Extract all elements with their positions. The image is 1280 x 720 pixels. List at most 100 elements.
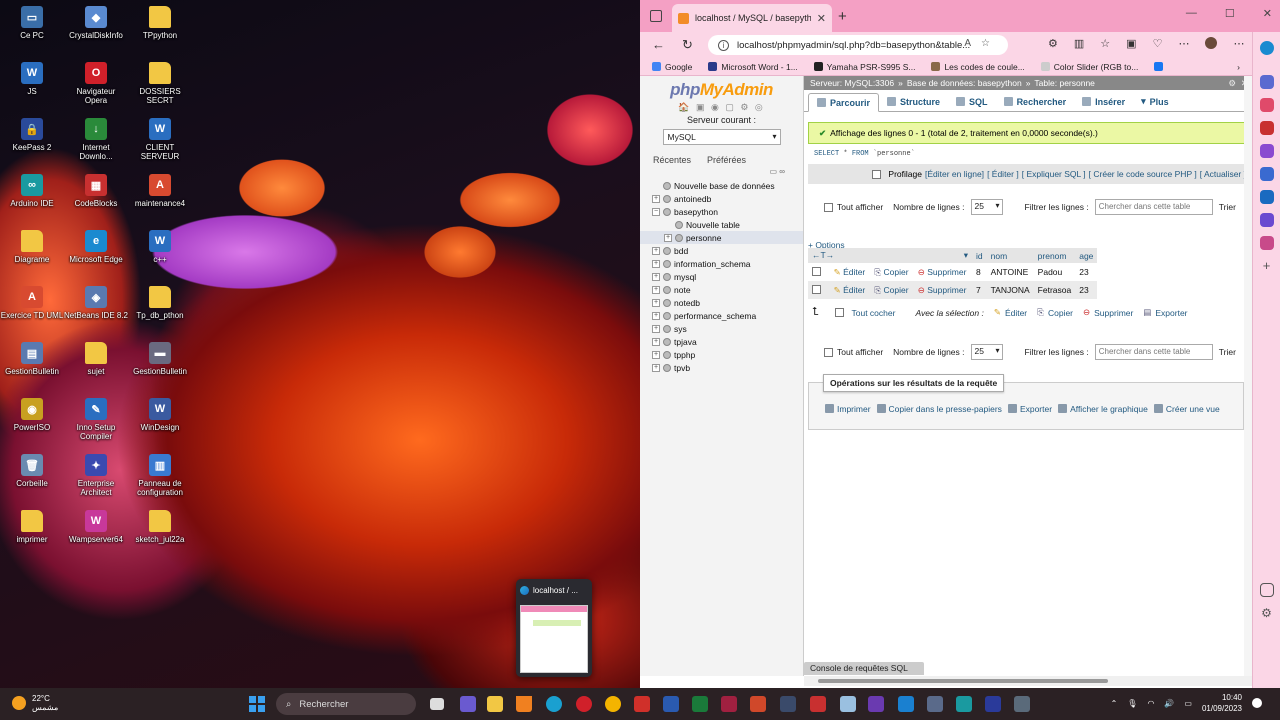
crumb-database[interactable]: Base de données: basepython (907, 78, 1022, 88)
desktop-icon[interactable]: ▤ GestionBulletin (0, 342, 66, 376)
edge-taskbar-icon[interactable] (546, 696, 562, 712)
address-bar[interactable]: i localhost/phpmyadmin/sql.php?db=basepy… (708, 35, 1008, 55)
desktop-icon[interactable]: sujet (62, 342, 130, 376)
selection-edit-button[interactable]: Éditer (1005, 308, 1027, 318)
phpmyadmin-logo[interactable]: phpMyAdmin (640, 80, 803, 100)
tab-insert[interactable]: Insérer (1074, 92, 1133, 111)
expand-icon[interactable]: + (652, 259, 660, 268)
row-delete-button[interactable]: ⊖ Supprimer (914, 263, 972, 281)
desktop-icon[interactable]: ✦ Enterprise Architect (62, 454, 130, 497)
gear-icon[interactable]: ⚙ (1260, 606, 1274, 620)
expand-icon[interactable]: − (652, 207, 660, 216)
desktop-icon[interactable]: ◆ CrystalDiskInfo (62, 6, 130, 40)
app-2-icon[interactable] (1014, 696, 1030, 712)
expand-icon[interactable]: + (652, 324, 660, 333)
tree-item[interactable]: + notedb (640, 296, 803, 309)
expand-icon[interactable]: + (652, 285, 660, 294)
search-icon[interactable] (1259, 75, 1274, 89)
copy-clipboard-button[interactable]: Copier dans le presse-papiers (876, 404, 1002, 414)
show-chart-button[interactable]: Afficher le graphique (1058, 404, 1148, 414)
desktop-icon[interactable]: Diagrame (0, 230, 66, 264)
clock[interactable]: 10:40 01/09/2023 (1202, 692, 1242, 714)
desktop-icon[interactable]: A Exercice TD UML (0, 286, 66, 320)
maximize-button[interactable]: ☐ (1225, 7, 1235, 20)
word-icon[interactable] (663, 696, 679, 712)
codeblocks-taskbar-icon[interactable] (810, 696, 826, 712)
battery-icon[interactable]: ▭ (1184, 699, 1192, 708)
opera-icon[interactable] (576, 696, 592, 712)
desktop-icon[interactable]: sketch_jul22a (126, 510, 194, 544)
cell-id[interactable]: 8 (972, 263, 987, 281)
cell-nom[interactable]: ANTOINE (987, 263, 1034, 281)
tab-actions-icon[interactable] (650, 10, 662, 22)
close-tab-icon[interactable]: ✕ (817, 12, 826, 25)
acrobat-icon[interactable] (634, 696, 650, 712)
expand-icon[interactable]: + (652, 337, 660, 346)
new-tab-button[interactable]: + (838, 8, 847, 25)
show-all-checkbox[interactable] (824, 347, 833, 357)
weather-widget[interactable]: 22°C مشمس (12, 694, 58, 712)
desktop-icon[interactable]: ▭ Ce PC (0, 6, 66, 40)
tree-item[interactable]: + information_schema (640, 257, 803, 270)
close-window-button[interactable]: ✕ (1263, 7, 1272, 20)
page-settings-icon[interactable]: ⚙ (1228, 78, 1236, 89)
column-prenom[interactable]: prenom (1033, 248, 1076, 263)
tab-favorites[interactable]: Préférées (707, 155, 746, 165)
desktop-icon[interactable]: ✎ Inno Setup Compiler (62, 398, 130, 441)
desktop-icon[interactable]: Wc++ (126, 230, 194, 264)
collections-icon[interactable]: ▣ (1126, 37, 1136, 50)
show-all-checkbox[interactable] (824, 202, 833, 212)
row-edit-button[interactable]: ✎ Éditer (830, 263, 871, 281)
site-info-icon[interactable]: i (718, 39, 729, 51)
desktop-icon[interactable]: TPpython (126, 6, 194, 40)
taskbar-preview[interactable]: localhost / ... (516, 579, 592, 677)
print-button[interactable]: Imprimer (825, 404, 871, 414)
designer-icon[interactable] (1259, 213, 1274, 227)
sql-console-bar[interactable]: Console de requêtes SQL (804, 662, 924, 675)
desktop-icon[interactable]: W Wampserver64 (62, 510, 130, 544)
drop-icon[interactable] (1259, 236, 1274, 250)
bookmark-item[interactable]: Microsoft Word - 1... (708, 62, 798, 72)
cell-prenom[interactable]: Fetrasoa (1033, 281, 1076, 299)
desktop-icon[interactable]: 🗑 Corbeille (0, 454, 66, 488)
browser-tab[interactable]: localhost / MySQL / basepython ✕ (672, 4, 832, 32)
tools-icon[interactable] (1259, 121, 1274, 135)
selection-export-button[interactable]: Exporter (1155, 308, 1187, 318)
bookmark-item[interactable]: Les codes de coule... (931, 62, 1025, 72)
tree-item[interactable]: + sys (640, 322, 803, 335)
games-icon[interactable] (1259, 144, 1274, 158)
shopping-icon[interactable] (1259, 98, 1274, 112)
tree-item[interactable]: + mysql (640, 270, 803, 283)
tree-item[interactable]: + tpvb (640, 361, 803, 374)
powerpoint-icon[interactable] (750, 696, 766, 712)
profiling-checkbox[interactable] (872, 169, 882, 179)
row-checkbox[interactable] (808, 281, 830, 299)
copilot-icon[interactable] (1259, 41, 1274, 55)
tree-item[interactable]: + antoinedb (640, 192, 803, 205)
browser-essentials-icon[interactable]: ♡ (1153, 37, 1163, 50)
excel-icon[interactable] (692, 696, 708, 712)
teams-icon[interactable] (460, 696, 476, 712)
explain-sql-link[interactable]: [ Expliquer SQL ] (1022, 169, 1086, 179)
server-select[interactable]: MySQL (662, 129, 781, 145)
visual-studio-icon[interactable] (868, 696, 884, 712)
arduino-taskbar-icon[interactable] (956, 696, 972, 712)
more-icon[interactable]: ⋯ (1178, 37, 1189, 50)
tree-item[interactable]: Nouvelle table (640, 218, 803, 231)
cell-age[interactable]: 23 (1075, 281, 1098, 299)
expand-icon[interactable]: + (652, 194, 660, 203)
create-view-button[interactable]: Créer une vue (1153, 404, 1220, 414)
split-screen-icon[interactable]: ▥ (1074, 37, 1084, 50)
crumb-server[interactable]: Serveur: MySQL:3306 (810, 78, 894, 88)
desktop-icon[interactable]: Amaintenance4 (126, 174, 194, 208)
read-aloud-favorite-icons[interactable]: A☆ (964, 38, 1000, 49)
check-all-checkbox[interactable] (834, 308, 844, 317)
settings-more-icon[interactable]: ⋯ (1233, 37, 1244, 50)
vlc-icon[interactable] (516, 696, 532, 712)
file-explorer-icon[interactable] (487, 696, 503, 712)
tree-item[interactable]: + note (640, 283, 803, 296)
wifi-icon[interactable]: ◠ (1147, 699, 1154, 708)
expand-icon[interactable]: + (652, 272, 660, 281)
crumb-table[interactable]: Table: personne (1034, 78, 1095, 88)
desktop-icon[interactable]: W JS (0, 62, 66, 96)
